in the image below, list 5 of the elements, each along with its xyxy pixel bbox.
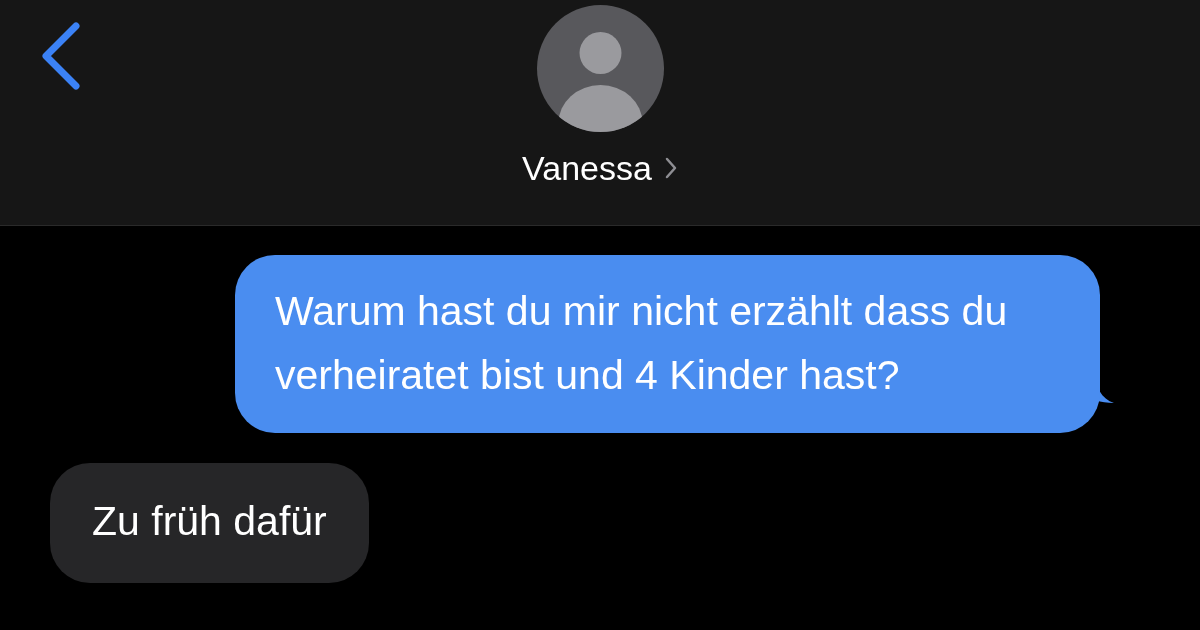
- avatar-icon[interactable]: [536, 5, 664, 132]
- received-message-bubble: Zu früh dafür: [50, 463, 369, 583]
- chevron-right-icon[interactable]: [663, 156, 678, 180]
- contact-name[interactable]: Vanessa: [522, 148, 652, 188]
- back-icon[interactable]: [40, 22, 82, 90]
